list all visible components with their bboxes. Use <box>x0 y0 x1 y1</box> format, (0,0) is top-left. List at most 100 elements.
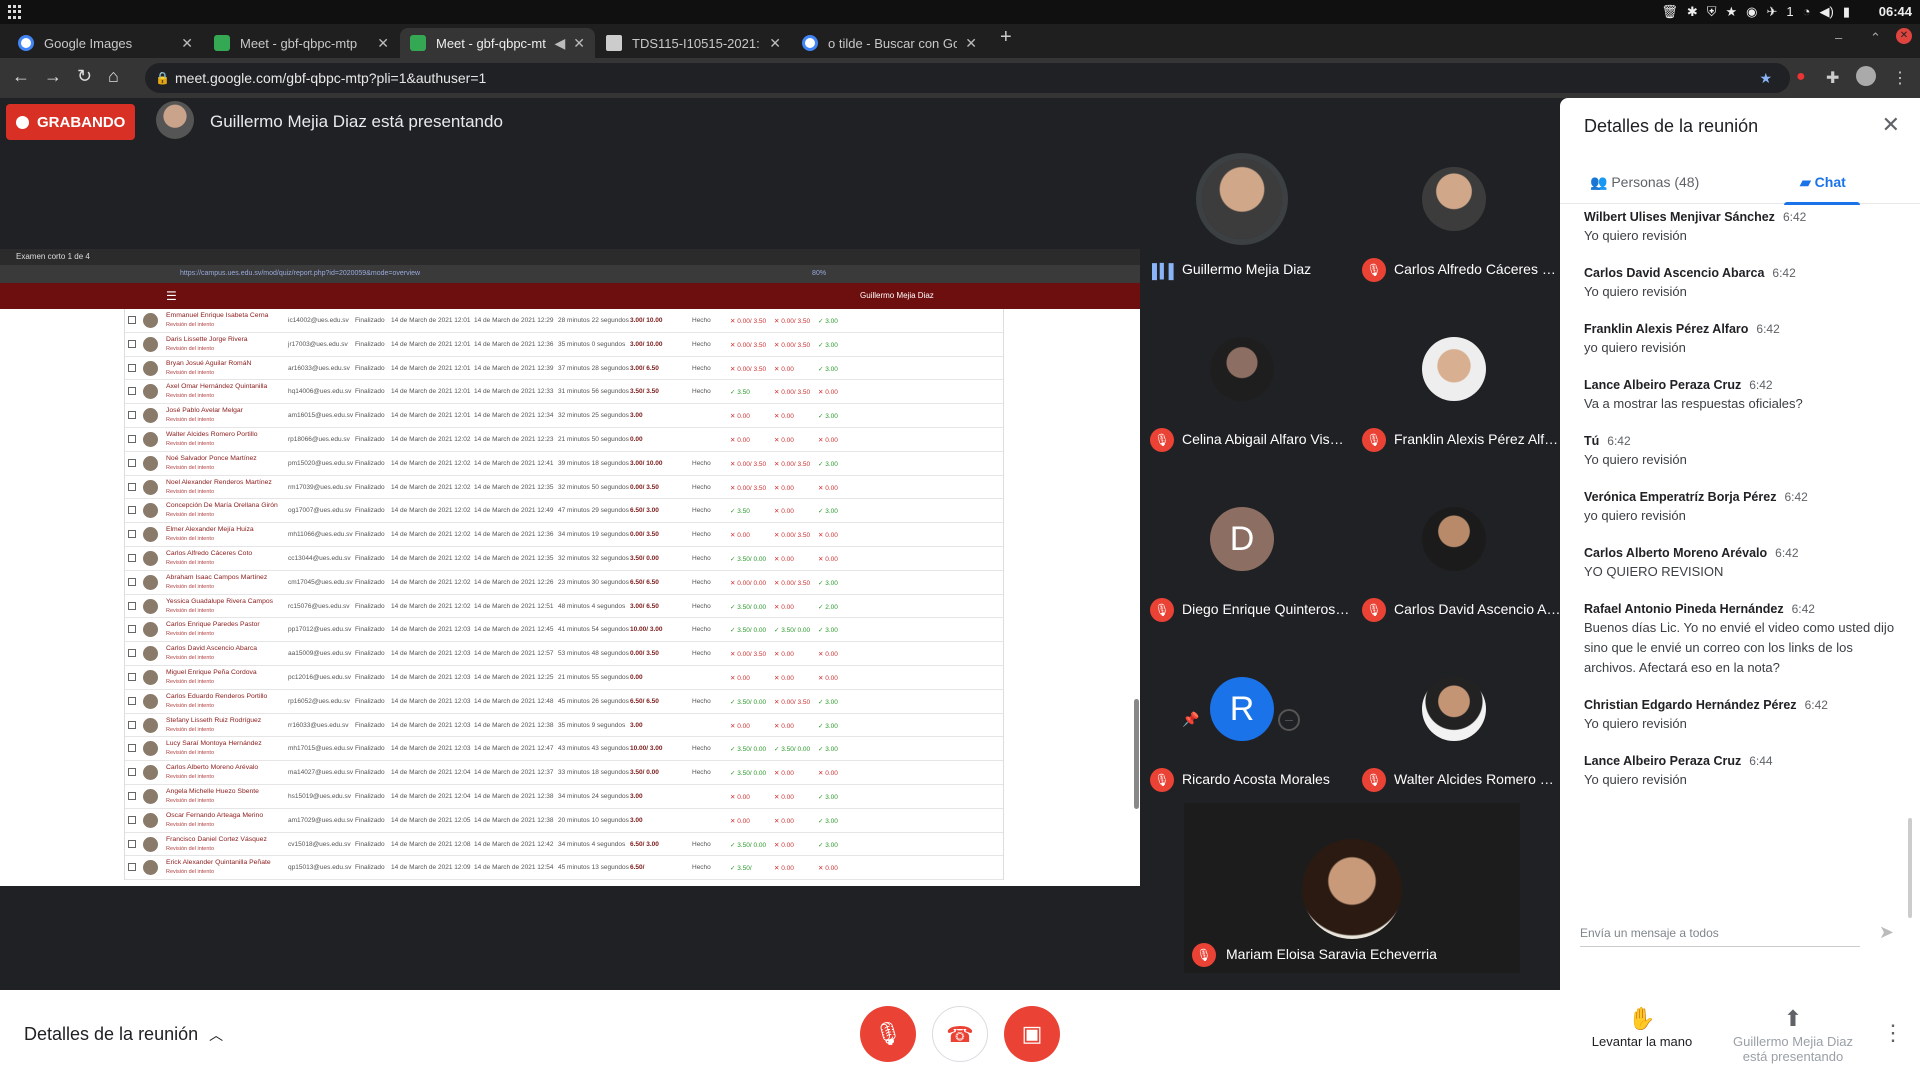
close-tab-icon[interactable]: ✕ <box>377 35 389 52</box>
extension-icon[interactable]: ● <box>1796 68 1806 86</box>
review-attempt-link[interactable]: Revisión del intento <box>166 869 214 875</box>
row-checkbox[interactable] <box>128 506 136 515</box>
camera-toggle-button[interactable]: ▣ <box>1004 1006 1060 1062</box>
student-name-link[interactable]: Erick Alexander Quintanilla Peñate <box>166 859 271 866</box>
reload-icon[interactable]: ↻ <box>77 66 92 87</box>
student-name-link[interactable]: Walter Alcides Romero Portillo <box>166 431 258 438</box>
chat-input[interactable]: Envía un mensaje a todos <box>1580 926 1860 947</box>
bookmark-star-icon[interactable]: ★ <box>1759 63 1772 93</box>
review-attempt-link[interactable]: Revisión del intento <box>166 584 214 590</box>
participant-tile[interactable]: 🎙 Walter Alcides Romero Portillo <box>1352 633 1564 798</box>
review-attempt-link[interactable]: Revisión del intento <box>166 370 214 376</box>
tab-chat[interactable]: ▰ Chat <box>1800 174 1846 191</box>
row-checkbox[interactable] <box>128 434 136 443</box>
student-name-link[interactable]: Carlos David Ascencio Abarca <box>166 645 257 652</box>
student-name-link[interactable]: Axel Omar Hernández Quintanilla <box>166 383 267 390</box>
participant-tile[interactable]: 📌 R – 🎙 Ricardo Acosta Morales <box>1140 633 1352 798</box>
chat-scrollbar[interactable] <box>1908 818 1912 918</box>
participant-tile[interactable]: 🎙 Franklin Alexis Pérez Alfaro <box>1352 293 1564 458</box>
volume-icon[interactable]: ◀) <box>1820 4 1834 20</box>
chat-message-list[interactable]: Wilbert Ulises Menjivar Sánchez 6:42 Yo qu… <box>1584 210 1904 900</box>
student-name-link[interactable]: Noé Salvador Ponce Martínez <box>166 455 257 462</box>
star-icon[interactable]: ★ <box>1726 4 1738 20</box>
review-attempt-link[interactable]: Revisión del intento <box>166 846 214 852</box>
meeting-details-button[interactable]: Detalles de la reunión ︿ <box>24 1024 223 1045</box>
pin-icon[interactable]: 📌 <box>1182 711 1199 728</box>
row-checkbox[interactable] <box>128 363 136 372</box>
row-checkbox[interactable] <box>128 482 136 491</box>
circle-icon[interactable]: ◉ <box>1746 4 1757 20</box>
student-name-link[interactable]: Francisco Daniel Cortez Vásquez <box>166 836 267 843</box>
home-icon[interactable]: ⌂ <box>108 66 119 87</box>
student-name-link[interactable]: Noel Alexander Renderos Martínez <box>166 479 272 486</box>
tab-people[interactable]: 👥 Personas (48) <box>1590 174 1699 191</box>
close-tab-icon[interactable]: ✕ <box>573 35 585 52</box>
review-attempt-link[interactable]: Revisión del intento <box>166 631 214 637</box>
row-checkbox[interactable] <box>128 815 136 824</box>
row-checkbox[interactable] <box>128 720 136 729</box>
review-attempt-link[interactable]: Revisión del intento <box>166 417 214 423</box>
participant-tile[interactable]: 🎙 Carlos Alfredo Cáceres Coto <box>1352 123 1564 288</box>
forward-icon[interactable]: → <box>44 66 62 87</box>
review-attempt-link[interactable]: Revisión del intento <box>166 822 214 828</box>
student-name-link[interactable]: Yessica Guadalupe Rivera Campos <box>166 598 273 605</box>
lock-icon[interactable]: 🔒 <box>155 63 170 93</box>
row-checkbox[interactable] <box>128 316 136 324</box>
student-name-link[interactable]: Bryan Josué Aguilar RomáN <box>166 360 251 367</box>
student-name-link[interactable]: Carlos Alfredo Cáceres Coto <box>166 550 252 557</box>
browser-tab[interactable]: Google Images ✕ <box>8 28 203 58</box>
student-name-link[interactable]: Carlos Enrique Paredes Pastor <box>166 621 260 628</box>
close-tab-icon[interactable]: ✕ <box>181 35 193 52</box>
student-name-link[interactable]: Carlos Alberto Moreno Arévalo <box>166 764 258 771</box>
student-name-link[interactable]: Daris Lissette Jorge Rivera <box>166 336 248 343</box>
student-name-link[interactable]: Concepción De María Orellana Girón <box>166 502 278 509</box>
profile-avatar[interactable] <box>1856 66 1876 86</box>
browser-tab[interactable]: TDS115-I10515-2021: Examen ✕ <box>596 28 791 58</box>
row-checkbox[interactable] <box>128 625 136 634</box>
row-checkbox[interactable] <box>128 696 136 705</box>
close-tab-icon[interactable]: ✕ <box>769 35 781 52</box>
send-icon[interactable]: ➤ <box>1879 922 1894 943</box>
audio-icon[interactable]: ◀ <box>554 35 565 52</box>
trash-icon[interactable]: 🗑 <box>1661 4 1678 20</box>
system-clock[interactable]: 06:44 <box>1879 4 1912 19</box>
student-name-link[interactable]: Lucy Saraí Montoya Hernández <box>166 740 262 747</box>
student-name-link[interactable]: Emmanuel Enrique Isabeta Cerna <box>166 312 268 319</box>
close-tab-icon[interactable]: ✕ <box>965 35 977 52</box>
present-button[interactable]: ⬆ Guillermo Mejia Diaz está presentando <box>1718 1006 1868 1064</box>
row-checkbox[interactable] <box>128 458 136 467</box>
browser-tab[interactable]: o tilde - Buscar con Google ✕ <box>792 28 987 58</box>
row-checkbox[interactable] <box>128 411 136 420</box>
new-tab-icon[interactable]: + <box>1000 26 1012 49</box>
puzzle-icon[interactable]: ✚ <box>1826 68 1839 88</box>
student-name-link[interactable]: Angela Michelle Huezo Sbente <box>166 788 259 795</box>
student-name-link[interactable]: Oscar Fernando Arteaga Merino <box>166 812 263 819</box>
bluetooth-icon[interactable]: ✱ <box>1687 4 1698 20</box>
review-attempt-link[interactable]: Revisión del intento <box>166 608 214 614</box>
row-checkbox[interactable] <box>128 530 136 539</box>
student-name-link[interactable]: Stefany Lisseth Ruiz Rodríguez <box>166 717 261 724</box>
review-attempt-link[interactable]: Revisión del intento <box>166 512 214 518</box>
browser-tab-active[interactable]: Meet - gbf-qbpc-mtp ◀ ✕ <box>400 28 595 58</box>
battery-icon[interactable]: ▮ <box>1843 4 1850 20</box>
wifi-icon[interactable]: ◔ <box>1803 4 1811 20</box>
mic-toggle-button[interactable]: 🎙 <box>860 1006 916 1062</box>
row-checkbox[interactable] <box>128 553 136 562</box>
app-grid-icon[interactable] <box>8 5 22 19</box>
row-checkbox[interactable] <box>128 744 136 753</box>
participant-tile[interactable]: 🎙 Carlos David Ascencio Abarca <box>1352 463 1564 628</box>
back-icon[interactable]: ← <box>12 66 30 87</box>
review-attempt-link[interactable]: Revisión del intento <box>166 322 214 328</box>
row-checkbox[interactable] <box>128 339 136 348</box>
raise-hand-button[interactable]: ✋ Levantar la mano <box>1582 1006 1702 1049</box>
menu-dots-icon[interactable]: ⋮ <box>1892 68 1908 88</box>
row-checkbox[interactable] <box>128 839 136 848</box>
student-name-link[interactable]: Miguel Enrique Peña Cordova <box>166 669 257 676</box>
row-checkbox[interactable] <box>128 601 136 610</box>
close-window-icon[interactable]: ✕ <box>1896 28 1912 44</box>
review-attempt-link[interactable]: Revisión del intento <box>166 727 214 733</box>
review-attempt-link[interactable]: Revisión del intento <box>166 393 214 399</box>
review-attempt-link[interactable]: Revisión del intento <box>166 536 214 542</box>
review-attempt-link[interactable]: Revisión del intento <box>166 679 214 685</box>
student-name-link[interactable]: José Pablo Avelar Melgar <box>166 407 243 414</box>
